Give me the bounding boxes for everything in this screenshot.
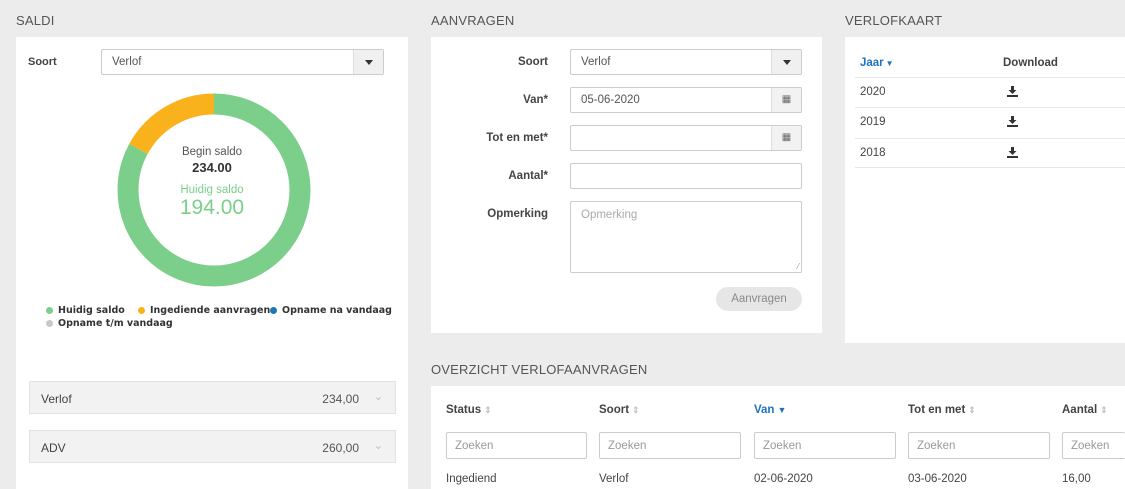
download-icon[interactable] <box>1007 86 1018 100</box>
aanvraag-soort-value: Verlof <box>581 56 611 68</box>
legend-item-opname-tm: Opname t/m vandaag <box>46 318 173 329</box>
soort-label: Soort <box>517 56 548 68</box>
table-row: 2020 <box>855 77 1125 107</box>
sort-down-icon: ▼ <box>885 59 894 68</box>
col-header-van[interactable]: Van ▼ <box>754 404 786 416</box>
calendar-icon[interactable]: ▦ <box>771 126 801 150</box>
legend-dot <box>46 306 53 314</box>
col-header-aantal[interactable]: Aantal ⇕ <box>1062 404 1108 416</box>
chevron-down-icon[interactable] <box>353 50 383 74</box>
aantal-cell: 16,00 <box>1062 473 1091 485</box>
chevron-down-icon[interactable]: ⌄ <box>374 390 383 403</box>
soort-cell: Verlof <box>599 473 629 485</box>
legend-item-ingediend: Ingediende aanvragen <box>138 305 270 316</box>
chevron-down-icon[interactable]: ⌄ <box>374 439 383 452</box>
huidig-saldo-value: 194.00 <box>179 196 245 219</box>
jaar-cell: 2019 <box>860 116 886 128</box>
col-header-jaar[interactable]: Jaar ▼ <box>860 57 894 69</box>
sort-icon: ⇕ <box>968 405 976 415</box>
tot-en-met-date-input[interactable]: ▦ <box>570 125 802 151</box>
search-input-soort[interactable]: Zoeken <box>599 432 741 459</box>
sort-icon: ⇕ <box>484 405 492 415</box>
begin-saldo-label: Begin saldo <box>181 146 243 158</box>
legend-item-opname-na: Opname na vandaag <box>270 305 392 316</box>
saldi-title: SALDI <box>16 13 55 28</box>
saldo-accordion-verlof[interactable]: Verlof 234,00 ⌄ <box>29 381 396 414</box>
saldi-soort-label: Soort <box>28 56 57 68</box>
accordion-value: 260,00 <box>322 441 359 455</box>
aanvragen-submit-button[interactable]: Aanvragen <box>716 287 802 311</box>
search-input-status[interactable]: Zoeken <box>446 432 587 459</box>
jaar-cell: 2020 <box>860 86 886 98</box>
search-input-tot-en-met[interactable]: Zoeken <box>908 432 1050 459</box>
chevron-down-icon[interactable] <box>771 50 801 74</box>
download-icon[interactable] <box>1007 116 1018 130</box>
saldo-accordion-adv[interactable]: ADV 260,00 ⌄ <box>29 430 396 463</box>
overzicht-title: OVERZICHT VERLOFAANVRAGEN <box>431 362 648 377</box>
status-cell: Ingediend <box>446 473 497 485</box>
tot-en-met-label: Tot en met* <box>486 132 548 144</box>
table-row: 2018 <box>855 138 1125 168</box>
opmerking-textarea[interactable]: Opmerking ⁄ <box>570 201 802 273</box>
accordion-label: ADV <box>41 441 66 455</box>
calendar-icon[interactable]: ▦ <box>771 88 801 112</box>
accordion-value: 234,00 <box>322 392 359 406</box>
legend-dot <box>270 306 277 314</box>
search-input-van[interactable]: Zoeken <box>754 432 896 459</box>
sort-icon: ⇕ <box>1100 405 1108 415</box>
sort-icon: ⇕ <box>632 405 640 415</box>
jaar-cell: 2018 <box>860 147 886 159</box>
legend-item-huidig: Huidig saldo <box>46 305 125 316</box>
verlofkaart-title: VERLOFKAART <box>845 13 943 28</box>
aanvraag-soort-select[interactable]: Verlof <box>570 49 802 75</box>
legend-dot <box>46 319 53 327</box>
accordion-label: Verlof <box>41 392 72 406</box>
legend-dot <box>138 306 145 314</box>
saldi-soort-value: Verlof <box>112 56 142 68</box>
sort-down-icon: ▼ <box>777 405 787 415</box>
aanvragen-title: AANVRAGEN <box>431 13 515 28</box>
saldi-soort-select[interactable]: Verlof <box>101 49 384 75</box>
col-header-download: Download <box>1003 57 1058 69</box>
aantal-input[interactable] <box>570 163 802 189</box>
tot-en-met-cell: 03-06-2020 <box>908 473 967 485</box>
download-icon[interactable] <box>1007 147 1018 161</box>
van-date-input[interactable]: 05-06-2020 ▦ <box>570 87 802 113</box>
col-header-soort[interactable]: Soort ⇕ <box>599 404 640 416</box>
opmerking-label: Opmerking <box>487 208 548 220</box>
huidig-saldo-label: Huidig saldo <box>180 184 244 196</box>
opmerking-placeholder: Opmerking <box>581 209 638 221</box>
aantal-label: Aantal* <box>508 170 548 182</box>
col-header-status[interactable]: Status ⇕ <box>446 404 492 416</box>
begin-saldo-value: 234.00 <box>192 160 232 175</box>
table-row: 2019 <box>855 107 1125 137</box>
van-date-value: 05-06-2020 <box>581 94 640 106</box>
van-cell: 02-06-2020 <box>754 473 813 485</box>
search-input-aantal[interactable]: Zoeken <box>1062 432 1125 459</box>
van-label: Van* <box>523 94 548 106</box>
resize-handle-icon[interactable]: ⁄ <box>798 262 799 271</box>
col-header-tot-en-met[interactable]: Tot en met ⇕ <box>908 404 976 416</box>
